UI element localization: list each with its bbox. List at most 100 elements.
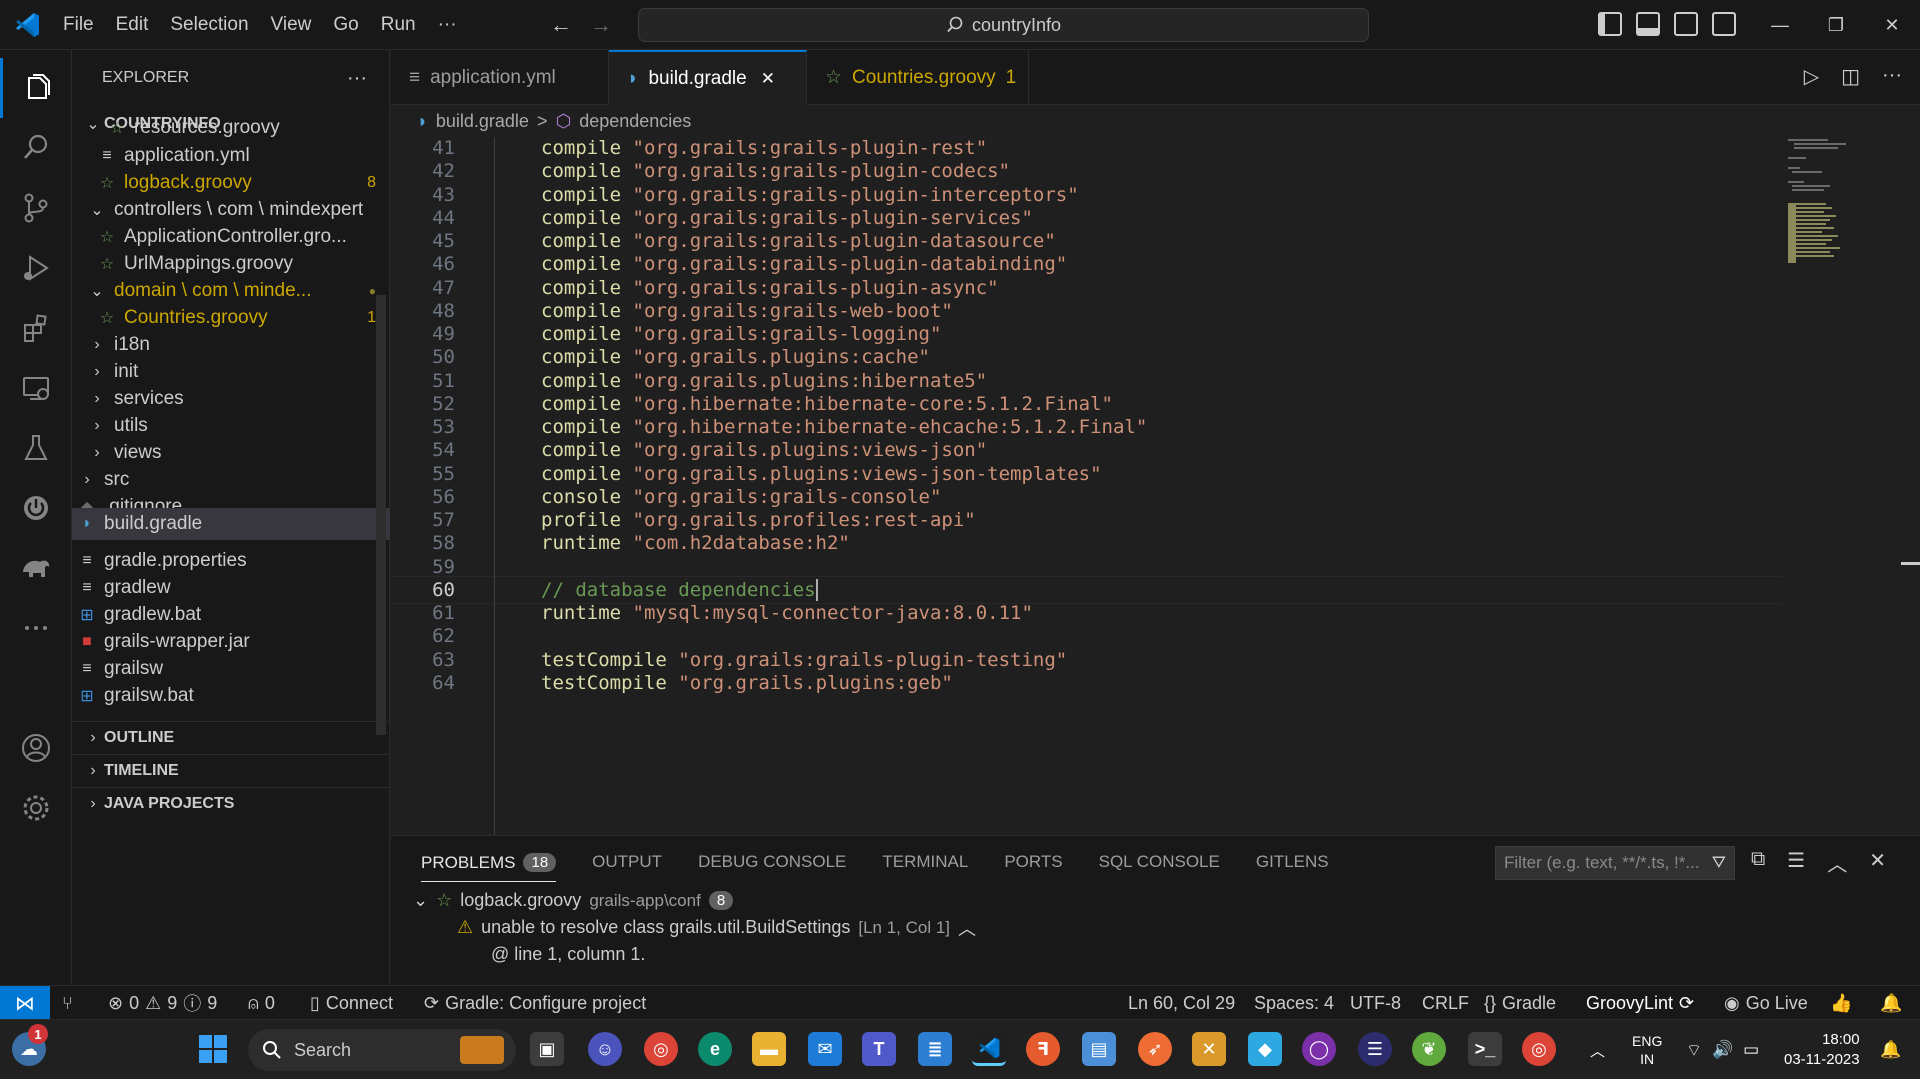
restore-icon[interactable]: ❐ [1808, 0, 1864, 50]
close-tab-icon[interactable]: ✕ [761, 69, 775, 89]
toggle-primary-sidebar-icon[interactable] [1598, 12, 1622, 36]
remote-indicator-icon[interactable]: ⋈ [0, 986, 50, 1020]
terminal-icon[interactable]: >_ [1468, 1032, 1502, 1066]
gradle-task-status[interactable]: ⟳ Gradle: Configure project [424, 986, 646, 1020]
vscode-taskbar-icon[interactable] [972, 1032, 1006, 1066]
gradle-elephant-icon[interactable] [0, 538, 72, 598]
command-center-search[interactable]: countryInfo [638, 8, 1369, 42]
menu-run[interactable]: Run [370, 14, 427, 36]
app-icon[interactable]: ▤ [1082, 1032, 1116, 1066]
toggle-panel-icon[interactable] [1636, 12, 1660, 36]
split-editor-icon[interactable]: ◫ [1841, 64, 1860, 89]
testing-icon[interactable] [0, 418, 72, 478]
account-icon[interactable] [0, 718, 72, 778]
customize-layout-icon[interactable] [1712, 12, 1736, 36]
collapse-all-icon[interactable]: ⧉ [1751, 848, 1765, 877]
edge-icon[interactable]: e [698, 1032, 732, 1066]
timeline-section[interactable]: › TIMELINE [72, 754, 390, 787]
tab-ports[interactable]: PORTS [1004, 852, 1062, 872]
problem-file-row[interactable]: ⌄ ☆ logback.groovy grails-app\conf 8 [413, 887, 734, 914]
tab-sql-console[interactable]: SQL CONSOLE [1099, 852, 1220, 872]
notepad-icon[interactable]: ≣ [918, 1032, 952, 1066]
menu-selection[interactable]: Selection [159, 14, 259, 36]
sidebar-scrollbar[interactable] [376, 295, 386, 735]
problem-item[interactable]: ⚠ unable to resolve class grails.util.Bu… [457, 914, 976, 941]
clock[interactable]: 18:00 03-11-2023 [1784, 1030, 1860, 1070]
task-view-icon[interactable]: ▣ [530, 1032, 564, 1066]
tool-icon[interactable]: ✕ [1192, 1032, 1226, 1066]
tab-debug-console[interactable]: DEBUG CONSOLE [698, 852, 846, 872]
outline-section[interactable]: › OUTLINE [72, 721, 390, 754]
menu-go[interactable]: Go [322, 14, 369, 36]
view-as-tree-icon[interactable]: ☰ [1787, 848, 1805, 877]
spring-boot-dashboard-icon[interactable] [0, 478, 72, 538]
close-window-icon[interactable]: ✕ [1864, 0, 1920, 50]
file-explorer-icon[interactable]: ▬ [752, 1032, 786, 1066]
problems-status[interactable]: ⊗ 0 ⚠ 9 ⓘ 9 [108, 986, 217, 1020]
teams-icon[interactable]: T [862, 1032, 896, 1066]
cursor-position[interactable]: Ln 60, Col 29 [1128, 986, 1235, 1020]
source-control-status-icon[interactable]: ⑂ [62, 986, 73, 1020]
taskbar-search[interactable]: Search [248, 1029, 516, 1071]
menu-edit[interactable]: Edit [105, 14, 160, 36]
tab-output[interactable]: OUTPUT [592, 852, 662, 872]
tree-item-grailsw-bat[interactable]: ⊞ grailsw.bat [72, 679, 390, 712]
language-mode[interactable]: {} Gradle [1484, 986, 1556, 1020]
tray-overflow-icon[interactable]: ︿ [1590, 1020, 1605, 1079]
menu-file[interactable]: File [52, 14, 105, 36]
more-views-icon[interactable] [0, 598, 72, 658]
remote-explorer-icon[interactable] [0, 358, 72, 418]
manage-gear-icon[interactable] [0, 778, 72, 838]
indentation[interactable]: Spaces: 4 [1254, 986, 1334, 1020]
code-editor[interactable]: 41 compile "org.grails:grails-plugin-rest… [391, 137, 1920, 835]
maximize-panel-icon[interactable]: ︿ [1827, 848, 1847, 877]
breadcrumb-file[interactable]: build.gradle [436, 111, 529, 132]
go-live-button[interactable]: ◉ Go Live [1724, 986, 1808, 1020]
ports-status[interactable]: ⍝ 0 [248, 986, 275, 1020]
tab-terminal[interactable]: TERMINAL [882, 852, 968, 872]
menu-more[interactable]: ··· [427, 14, 468, 36]
github-icon[interactable]: ◯ [1302, 1032, 1336, 1066]
spring-tools-icon[interactable]: ❦ [1412, 1032, 1446, 1066]
end-of-line[interactable]: CRLF [1422, 986, 1469, 1020]
forward-arrow-icon[interactable]: → [590, 12, 612, 38]
source-control-icon[interactable] [0, 178, 72, 238]
tab-build-gradle[interactable]: ◗ build.gradle ✕ [609, 50, 807, 105]
tab-countries-groovy[interactable]: ☆ Countries.groovy 1 [807, 50, 1029, 105]
eclipse-icon[interactable]: ☰ [1358, 1032, 1392, 1066]
back-arrow-icon[interactable]: ← [550, 12, 572, 38]
menu-view[interactable]: View [260, 14, 323, 36]
firefox-icon[interactable]: ꟻ [1026, 1032, 1060, 1066]
notifications-bell-icon[interactable]: 🔔 [1880, 986, 1902, 1020]
problems-filter-input[interactable]: Filter (e.g. text, **/*.ts, !*... ⛛ [1495, 846, 1735, 880]
java-projects-section[interactable]: › JAVA PROJECTS [72, 787, 390, 820]
sourcetree-icon[interactable]: ◆ [1248, 1032, 1282, 1066]
notification-center-icon[interactable]: 🔔 [1880, 1020, 1901, 1079]
minimize-icon[interactable]: — [1752, 0, 1808, 50]
code-line[interactable]: 64 testCompile "org.grails.plugins:geb" [391, 669, 1781, 697]
start-windows-icon[interactable] [196, 1032, 230, 1066]
filter-icon[interactable]: ⛛ [1712, 853, 1726, 873]
connect-status[interactable]: ▯ Connect [310, 986, 393, 1020]
mail-icon[interactable]: ✉ [808, 1032, 842, 1066]
tab-gitlens[interactable]: GITLENS [1256, 852, 1329, 872]
language-indicator[interactable]: ENG IN [1632, 1020, 1662, 1079]
tab-application-yml[interactable]: ≡ application.yml [391, 50, 609, 105]
explorer-more-actions[interactable]: ··· [347, 67, 367, 90]
run-icon[interactable]: ▷ [1804, 64, 1819, 89]
encoding[interactable]: UTF-8 [1350, 986, 1401, 1020]
close-panel-icon[interactable]: ✕ [1869, 848, 1886, 877]
search-icon[interactable] [0, 118, 72, 178]
groovylint-status[interactable]: GroovyLint ⟳ [1586, 986, 1694, 1020]
breadcrumb-symbol[interactable]: dependencies [579, 111, 691, 132]
minimap[interactable] [1786, 137, 1876, 297]
postman-icon[interactable]: ➶ [1138, 1032, 1172, 1066]
tab-problems[interactable]: PROBLEMS 18 [421, 843, 557, 882]
run-debug-icon[interactable] [0, 238, 72, 298]
chrome-profile-icon[interactable]: ◎ [1522, 1032, 1556, 1066]
toggle-secondary-sidebar-icon[interactable] [1674, 12, 1698, 36]
extensions-icon[interactable] [0, 298, 72, 358]
chevron-up-icon[interactable]: ︿ [958, 915, 976, 941]
system-tray-icons[interactable]: ⌔ 🔊 ▭ [1686, 1020, 1759, 1079]
teams-chat-icon[interactable]: ☺ [588, 1032, 622, 1066]
